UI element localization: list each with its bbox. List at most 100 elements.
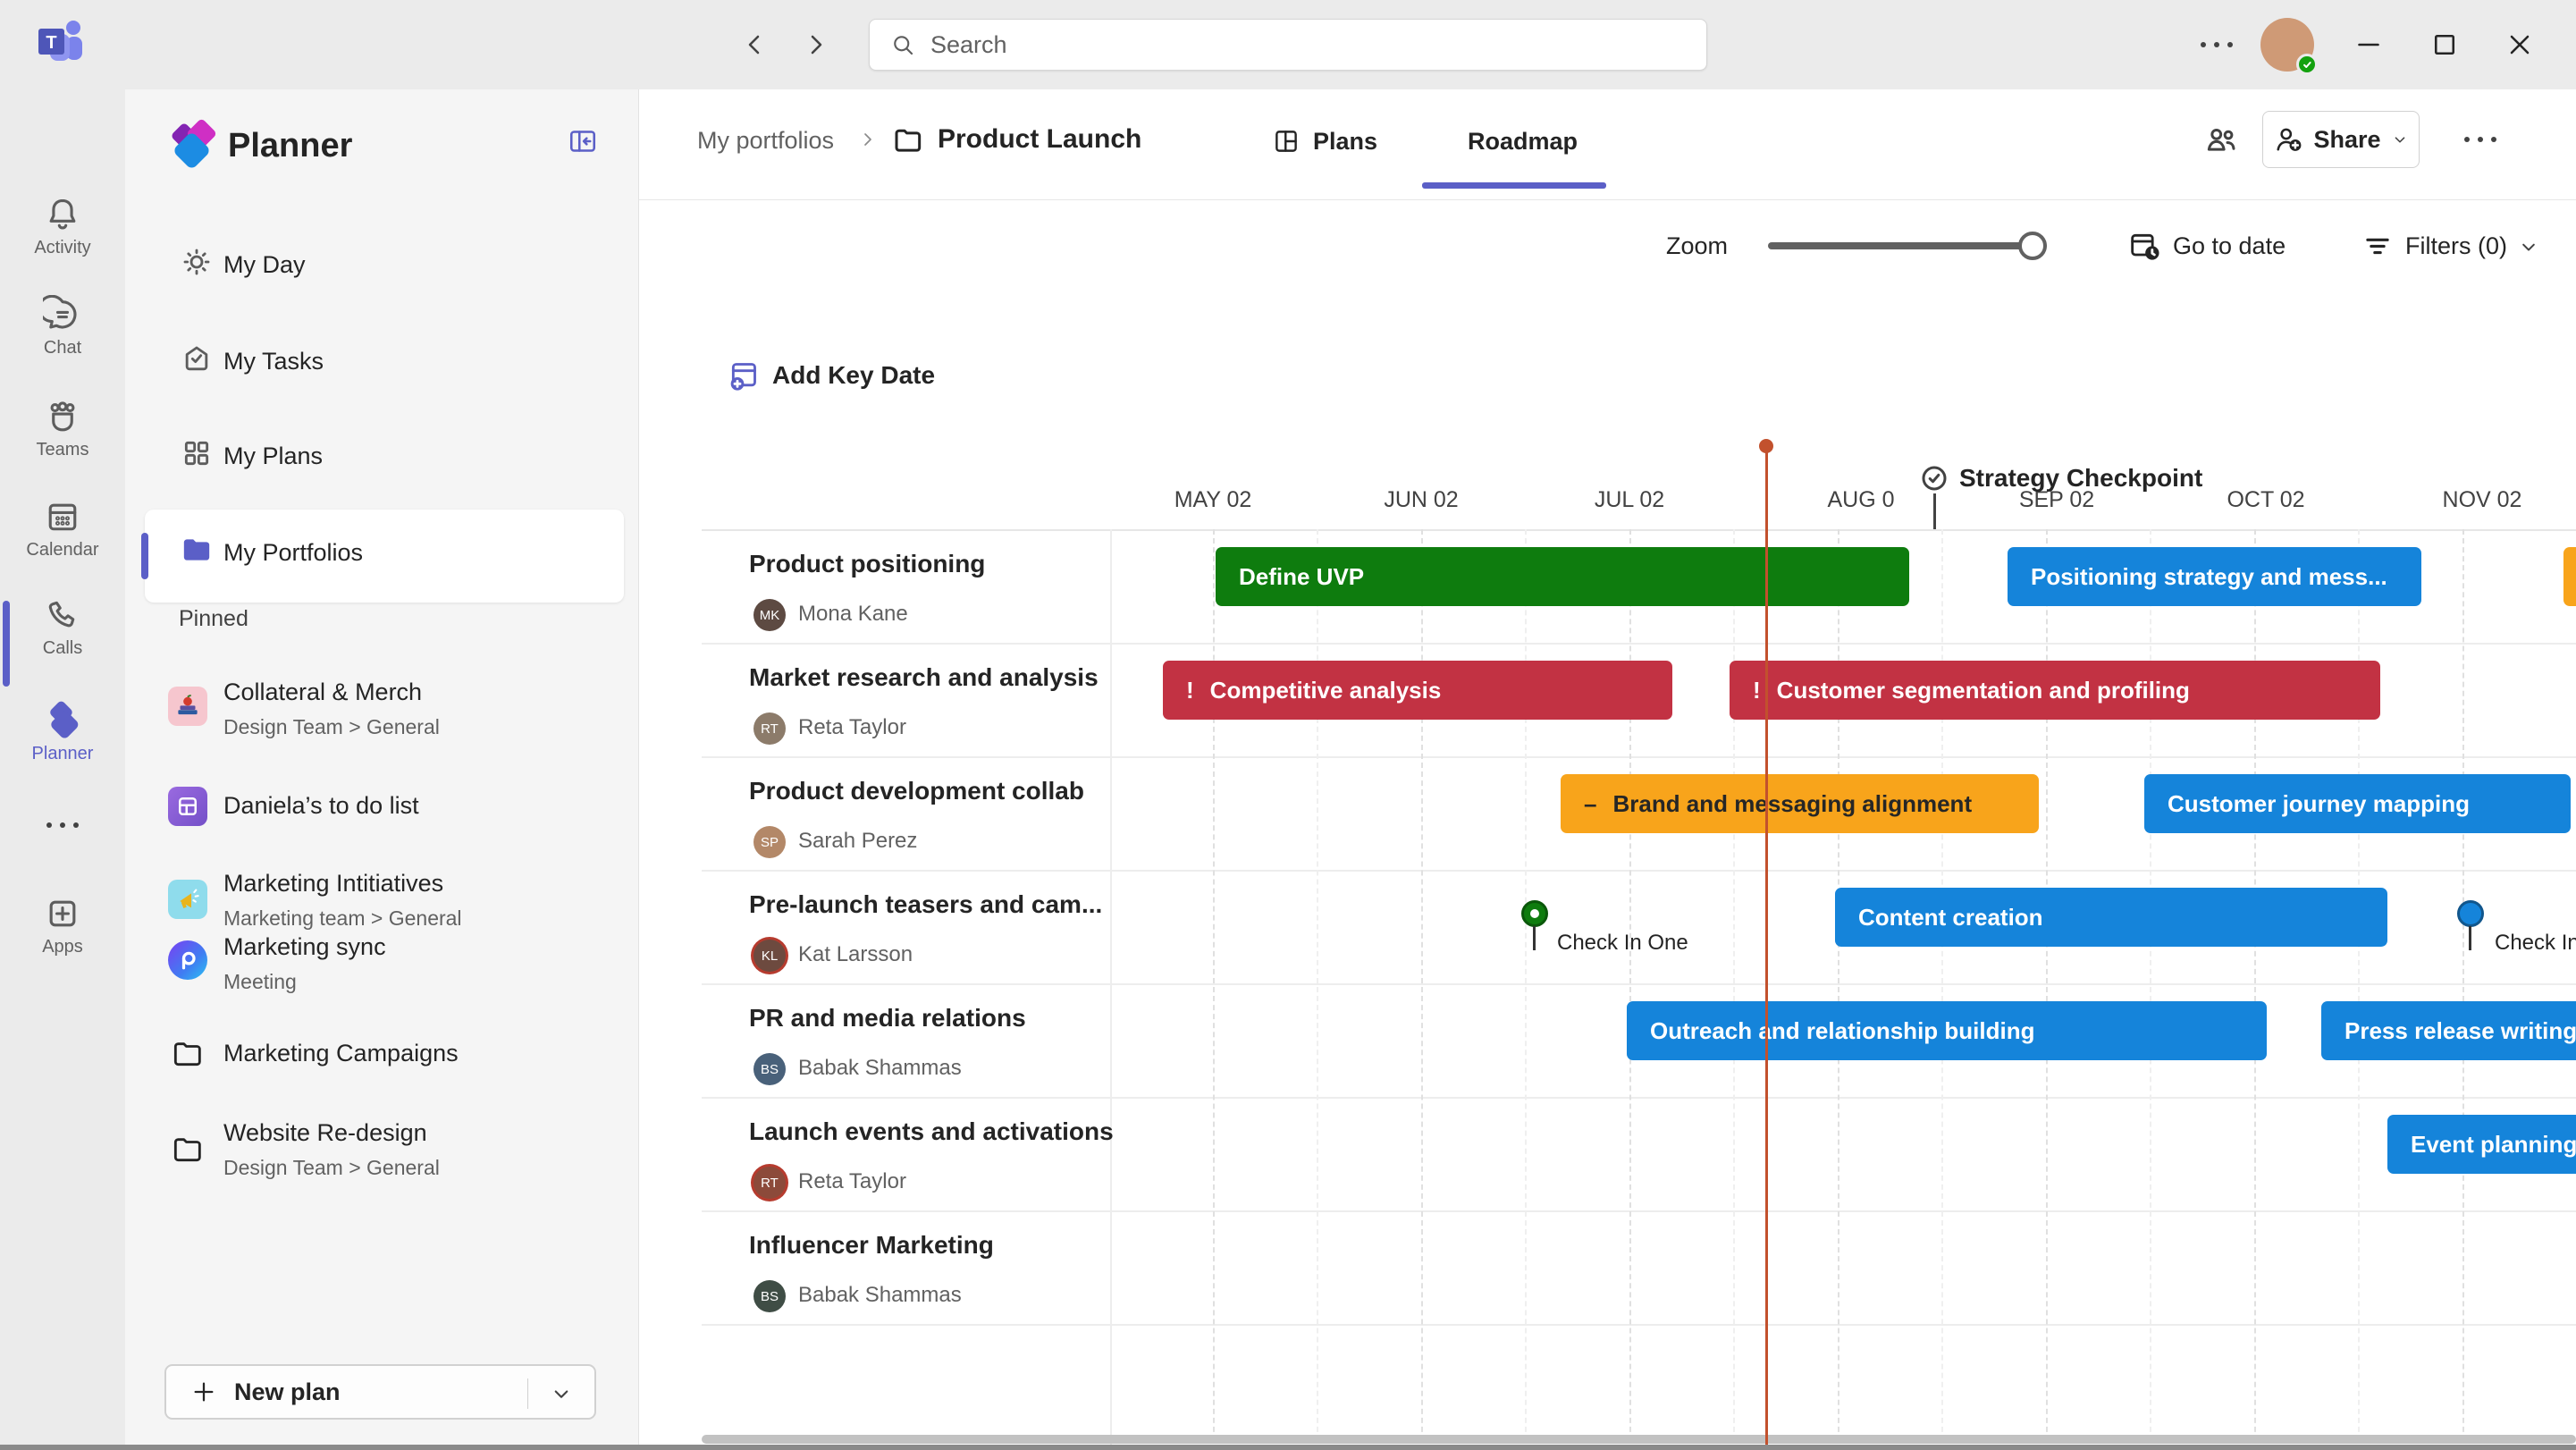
month-label: JUL 02 <box>1595 487 1664 513</box>
calendar-icon <box>0 497 125 536</box>
row-title[interactable]: Influencer Marketing <box>749 1231 994 1260</box>
minimize-button[interactable] <box>2353 29 2385 61</box>
rail-item-activity[interactable]: Activity <box>0 195 125 258</box>
breadcrumb-current: Product Launch <box>938 124 1141 155</box>
row-title[interactable]: Market research and analysis <box>749 663 1099 692</box>
tab-roadmap[interactable]: Roadmap <box>1468 128 1578 156</box>
more-actions-icon[interactable] <box>2464 137 2496 142</box>
svg-text:T: T <box>46 33 56 53</box>
window-bottom-edge <box>0 1445 2576 1450</box>
rail-item-calls[interactable]: Calls <box>0 595 125 659</box>
chevron-down-icon[interactable] <box>548 1380 575 1407</box>
checkpoint-check-icon[interactable] <box>1918 462 1950 494</box>
grid-line <box>702 870 2576 872</box>
sidebar-item-my-day[interactable]: My Day <box>145 228 624 308</box>
teams-people-icon <box>0 397 125 436</box>
task-bar-clipped[interactable] <box>2563 547 2576 606</box>
task-bar-positioning-strategy[interactable]: Positioning strategy and mess... <box>2008 547 2421 606</box>
milestone-label: Check In <box>2495 931 2576 956</box>
grid-line <box>702 1097 2576 1099</box>
today-marker-dot[interactable] <box>1759 439 1773 453</box>
tab-plans[interactable]: Plans <box>1313 128 1377 156</box>
new-plan-button[interactable]: New plan <box>164 1364 596 1420</box>
ellipsis-icon <box>0 822 125 828</box>
assignee-name: Babak Shammas <box>798 1056 962 1081</box>
avatar: RT <box>753 1167 786 1199</box>
avatar[interactable] <box>2260 18 2314 72</box>
add-key-date-button[interactable]: Add Key Date <box>726 358 935 393</box>
row-title[interactable]: Pre-launch teasers and cam... <box>749 890 1102 919</box>
rail-item-apps[interactable]: Apps <box>0 894 125 957</box>
folder-outline-icon <box>168 1034 207 1074</box>
grid-line <box>702 756 2576 758</box>
plans-tab-icon <box>1271 126 1301 156</box>
checkpoint-label: Strategy Checkpoint <box>1959 464 2202 493</box>
filters-button[interactable]: Filters (0) <box>2405 232 2507 260</box>
row-title[interactable]: Launch events and activations <box>749 1117 1114 1146</box>
zoom-slider[interactable] <box>1768 242 2047 249</box>
task-bar-competitive-analysis[interactable]: !Competitive analysis <box>1163 661 1672 720</box>
more-options-icon[interactable] <box>2201 42 2233 47</box>
breadcrumb-root[interactable]: My portfolios <box>697 127 834 155</box>
breadcrumb-chevron-icon <box>856 129 878 150</box>
rail-item-calendar[interactable]: Calendar <box>0 497 125 561</box>
loop-meeting-icon <box>168 940 207 980</box>
rail-item-teams[interactable]: Teams <box>0 397 125 460</box>
folder-outline-icon <box>168 1130 207 1169</box>
task-bar-event-planning[interactable]: Event planning <box>2387 1115 2576 1174</box>
maximize-button[interactable] <box>2429 29 2461 61</box>
active-tab-underline <box>1422 182 1606 189</box>
members-icon[interactable] <box>2202 122 2240 159</box>
avatar: KL <box>753 940 786 972</box>
month-label: MAY 02 <box>1174 487 1252 513</box>
assignee-name: Kat Larsson <box>798 942 913 967</box>
month-label: AUG 0 <box>1827 487 1894 513</box>
close-button[interactable] <box>2504 29 2536 61</box>
sidebar-title: Planner <box>228 127 352 165</box>
back-button[interactable] <box>739 29 771 61</box>
task-bar-define-uvp[interactable]: Define UVP <box>1216 547 1909 606</box>
main-content: My portfolios Product Launch Plans Roadm… <box>639 89 2576 1450</box>
task-bar-brand-messaging[interactable]: –Brand and messaging alignment <box>1561 774 2039 833</box>
row-title[interactable]: PR and media relations <box>749 1004 1026 1033</box>
grid-line <box>702 529 2576 531</box>
milestone-check-in[interactable] <box>2457 900 2484 927</box>
milestone-dot <box>1530 909 1539 918</box>
plus-icon <box>189 1378 218 1406</box>
month-label: OCT 02 <box>2227 487 2304 513</box>
task-bar-customer-journey[interactable]: Customer journey mapping <box>2144 774 2571 833</box>
share-button[interactable]: Share <box>2262 111 2420 168</box>
milestone-stem <box>1533 926 1536 950</box>
forward-button[interactable] <box>799 29 831 61</box>
chat-icon <box>0 295 125 334</box>
sidebar-item-my-portfolios[interactable]: My Portfolios <box>145 516 624 596</box>
planner-icon <box>0 699 125 740</box>
chevron-down-icon <box>2390 130 2410 149</box>
task-bar-content-creation[interactable]: Content creation <box>1835 888 2387 947</box>
milestone-check-in-one[interactable] <box>1521 900 1548 927</box>
rail-item-chat[interactable]: Chat <box>0 295 125 358</box>
task-bar-customer-segmentation[interactable]: !Customer segmentation and profiling <box>1730 661 2380 720</box>
row-title[interactable]: Product development collab <box>749 777 1084 805</box>
task-bar-press-release[interactable]: Press release writing <box>2321 1001 2576 1060</box>
search-box[interactable] <box>869 19 1707 71</box>
search-input[interactable] <box>930 31 1646 59</box>
zoom-slider-thumb[interactable] <box>2018 232 2047 260</box>
horizontal-scrollbar[interactable] <box>702 1435 2576 1444</box>
collapse-sidebar-button[interactable] <box>567 125 599 157</box>
avatar: BS <box>753 1280 786 1312</box>
task-bar-outreach[interactable]: Outreach and relationship building <box>1627 1001 2267 1060</box>
row-title[interactable]: Product positioning <box>749 550 985 578</box>
milestone-label: Check In One <box>1557 931 1688 956</box>
rail-item-planner[interactable]: Planner <box>0 699 125 764</box>
month-gridline <box>2462 529 2464 1450</box>
rail-more-apps[interactable] <box>0 822 125 828</box>
sidebar-item-my-tasks[interactable]: My Tasks <box>145 325 624 405</box>
go-to-date-button[interactable]: Go to date <box>2173 232 2286 260</box>
presence-available-icon <box>2296 54 2318 75</box>
person-add-icon <box>2272 123 2304 156</box>
search-icon <box>889 31 916 58</box>
apps-plus-icon <box>0 894 125 933</box>
chevron-down-icon[interactable] <box>2516 234 2541 259</box>
sidebar-item-my-plans[interactable]: My Plans <box>145 419 624 500</box>
